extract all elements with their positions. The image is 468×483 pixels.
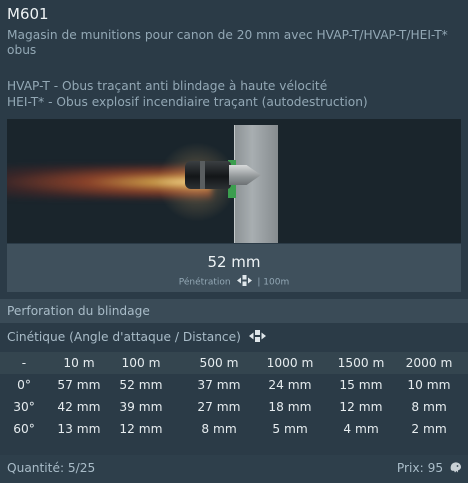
table-cell: 18 mm [268, 400, 312, 414]
price-label: Prix: 95 [397, 461, 462, 476]
crosshair-arrows-icon [248, 330, 266, 345]
table-header-cell: - [21, 356, 27, 370]
table-cell: 12 mm [339, 400, 383, 414]
table-cell: 2 mm [411, 422, 447, 436]
tooltip-footer: Quantité: 5/25 Prix: 95 [0, 455, 468, 483]
table-cell: 37 mm [197, 378, 241, 392]
table-cell: 15 mm [339, 378, 383, 392]
ammo-description: Magasin de munitions pour canon de 20 mm… [7, 28, 448, 57]
ammo-title: M601 [7, 5, 49, 23]
penetration-caption: Pénétration | 100m [7, 275, 461, 289]
ammo-type-line: HEI-T* - Obus explosif incendiaire traça… [7, 95, 368, 109]
table-row: 60° 13 mm 12 mm 8 mm 5 mm 4 mm 2 mm [0, 418, 468, 440]
table-header-cell: 500 m [199, 356, 239, 370]
table-row-angle: 0° [17, 378, 31, 392]
table-row: 30° 42 mm 39 mm 27 mm 18 mm 12 mm 8 mm [0, 396, 468, 418]
ammo-type-list: HVAP-T - Obus traçant anti blindage à ha… [7, 78, 462, 110]
table-cell: 57 mm [57, 378, 101, 392]
table-cell: 8 mm [411, 400, 447, 414]
table-header-cell: 1500 m [337, 356, 385, 370]
table-header-cell: 2000 m [405, 356, 453, 370]
penetration-label: Pénétration [178, 277, 231, 288]
table-cell: 4 mm [343, 422, 379, 436]
ammo-type-line: HVAP-T - Obus traçant anti blindage à ha… [7, 79, 328, 93]
penetration-summary: 52 mm Pénétration | 100m [7, 244, 461, 292]
table-cell: 24 mm [268, 378, 312, 392]
armor-section-header: Perforation du blindage [0, 299, 468, 323]
table-cell: 39 mm [119, 400, 163, 414]
armor-section-title: Perforation du blindage [7, 304, 150, 318]
table-header-cell: 100 m [121, 356, 161, 370]
table-header-cell: 10 m [63, 356, 95, 370]
penetration-value: 52 mm [207, 253, 261, 271]
kinetic-heading: Cinétique (Angle d'attaque / Distance) [7, 330, 266, 345]
shell-body [185, 161, 231, 189]
table-row: 0° 57 mm 52 mm 37 mm 24 mm 15 mm 10 mm [0, 374, 468, 396]
table-cell: 52 mm [119, 378, 163, 392]
table-cell: 5 mm [272, 422, 308, 436]
penetration-distance: | 100m [257, 277, 290, 288]
penetration-illustration [7, 119, 461, 243]
shell-band [200, 161, 205, 189]
table-header-cell: 1000 m [266, 356, 314, 370]
price-value: Prix: 95 [396, 461, 444, 475]
silver-lion-icon [449, 461, 462, 476]
quantity-label: Quantité: 5/25 [7, 461, 96, 475]
table-header-row: - 10 m 100 m 500 m 1000 m 1500 m 2000 m [0, 352, 468, 374]
table-row-angle: 30° [13, 400, 35, 414]
table-cell: 42 mm [57, 400, 101, 414]
table-cell: 27 mm [197, 400, 241, 414]
table-cell: 13 mm [57, 422, 101, 436]
table-row-angle: 60° [13, 422, 35, 436]
kinetic-label: Cinétique (Angle d'attaque / Distance) [7, 330, 241, 344]
ammo-tooltip: M601 Magasin de munitions pour canon de … [0, 0, 468, 483]
armor-penetration-table: - 10 m 100 m 500 m 1000 m 1500 m 2000 m … [0, 352, 468, 440]
crosshair-arrows-icon [236, 275, 252, 289]
table-cell: 12 mm [119, 422, 163, 436]
table-cell: 8 mm [201, 422, 237, 436]
table-cell: 10 mm [407, 378, 451, 392]
